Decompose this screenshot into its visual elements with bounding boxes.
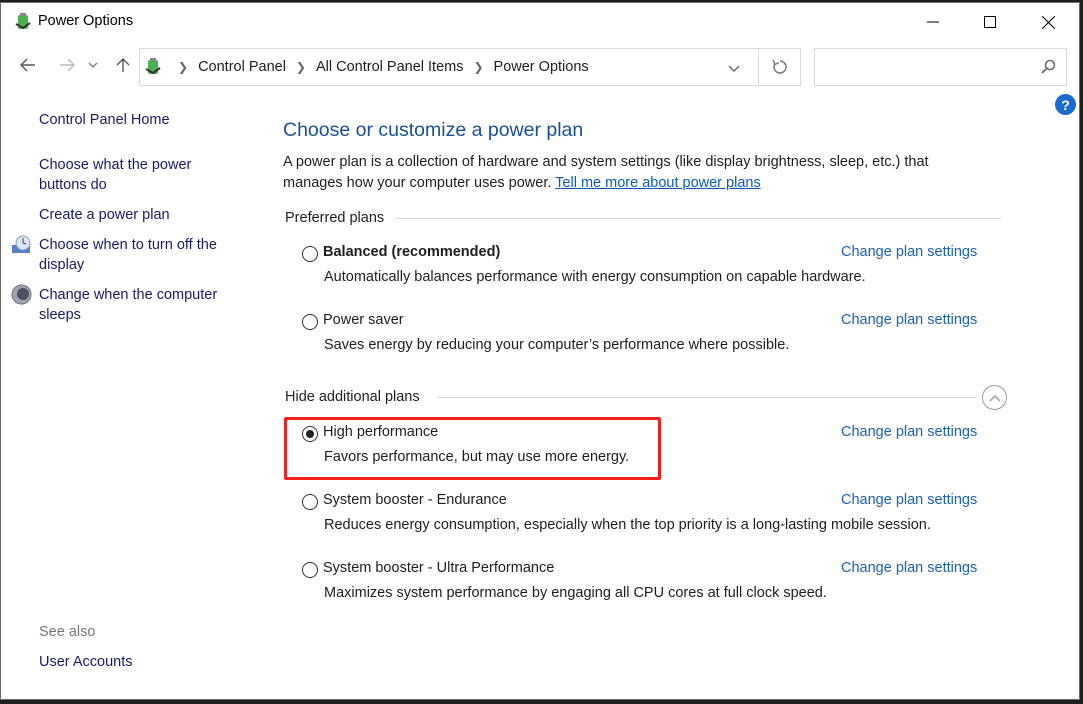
plan-description: Maximizes system performance by engaging… [324, 585, 827, 601]
change-plan-settings-link[interactable]: Change plan settings [841, 312, 977, 328]
maximize-button[interactable] [961, 3, 1019, 41]
plan-radio-system-booster-endurance[interactable] [302, 494, 318, 510]
recent-locations-button[interactable] [85, 53, 101, 77]
sidebar-item-power-buttons[interactable]: Choose what the power buttons do [39, 155, 209, 195]
chevron-down-icon [728, 65, 740, 72]
tell-me-more-link[interactable]: Tell me more about power plans [555, 175, 761, 191]
minimize-button[interactable] [904, 3, 962, 41]
arrow-right-icon [60, 58, 75, 72]
chevron-right-icon[interactable]: ❯ [473, 60, 483, 74]
power-options-location-icon [145, 58, 161, 75]
hide-additional-plans-label[interactable]: Hide additional plans [285, 389, 428, 405]
refresh-icon [771, 59, 787, 74]
power-options-app-icon [15, 13, 31, 30]
breadcrumb-power-options[interactable]: Power Options [494, 59, 589, 75]
preferred-plans-divider [395, 218, 1001, 219]
forward-button[interactable] [55, 53, 79, 77]
breadcrumb-all-control-panel-items[interactable]: All Control Panel Items [316, 59, 463, 75]
plan-name[interactable]: Power saver [323, 312, 404, 328]
search-box[interactable] [814, 48, 1067, 86]
chevron-down-icon [88, 62, 98, 68]
breadcrumb: ❯ Control Panel ❯ All Control Panel Item… [168, 59, 589, 75]
change-plan-settings-link[interactable]: Change plan settings [841, 424, 977, 440]
help-icon: ? [1061, 96, 1070, 113]
plan-radio-balanced[interactable] [302, 246, 318, 262]
chevron-up-icon [989, 394, 1000, 401]
chevron-right-icon[interactable]: ❯ [296, 60, 306, 74]
arrow-left-icon [20, 58, 35, 72]
minimize-icon [927, 21, 939, 23]
back-button[interactable] [16, 53, 40, 77]
plan-radio-power-saver[interactable] [302, 314, 318, 330]
help-button[interactable]: ? [1055, 94, 1076, 115]
plan-description: Automatically balances performance with … [324, 269, 866, 285]
chevron-right-icon: ❯ [178, 60, 189, 74]
change-plan-settings-link[interactable]: Change plan settings [841, 492, 977, 508]
sidebar-item-create-power-plan[interactable]: Create a power plan [39, 205, 239, 225]
plan-radio-system-booster-ultra-performance[interactable] [302, 562, 318, 578]
title-bar: Power Options [1, 3, 1079, 41]
sidebar-item-control-panel-home[interactable]: Control Panel Home [39, 110, 239, 130]
plan-description: Reduces energy consumption, especially w… [324, 517, 931, 533]
see-also-user-accounts-link[interactable]: User Accounts [39, 654, 133, 670]
intro-paragraph: A power plan is a collection of hardware… [283, 152, 983, 194]
plan-name[interactable]: System booster - Endurance [323, 492, 507, 508]
plan-name[interactable]: System booster - Ultra Performance [323, 560, 554, 576]
address-bar[interactable]: ❯ Control Panel ❯ All Control Panel Item… [139, 48, 759, 86]
breadcrumb-control-panel[interactable]: Control Panel [198, 59, 286, 75]
maximize-icon [984, 16, 996, 28]
plan-name[interactable]: Balanced (recommended) [323, 244, 500, 260]
navigation-bar: ❯ Control Panel ❯ All Control Panel Item… [1, 45, 1079, 86]
see-also-label: See also [39, 624, 96, 640]
change-plan-settings-link[interactable]: Change plan settings [841, 244, 977, 260]
address-history-dropdown[interactable] [724, 58, 744, 78]
preferred-plans-label: Preferred plans [285, 210, 393, 226]
sidebar-item-computer-sleeps[interactable]: Change when the computer sleeps [39, 285, 239, 325]
moon-sleep-icon [11, 284, 32, 305]
page-title: Choose or customize a power plan [283, 119, 584, 141]
plan-description: Saves energy by reducing your computer’s… [324, 337, 790, 353]
close-icon [1041, 15, 1055, 29]
search-input[interactable] [815, 49, 1035, 85]
display-clock-icon [12, 235, 31, 253]
arrow-up-icon [116, 58, 130, 72]
search-icon [1041, 59, 1056, 74]
collapse-additional-plans-button[interactable] [982, 385, 1007, 410]
close-button[interactable] [1019, 3, 1077, 41]
plan-description: Favors performance, but may use more ene… [324, 449, 630, 465]
refresh-button[interactable] [759, 48, 801, 86]
plan-name[interactable]: High performance [323, 424, 438, 440]
up-button[interactable] [111, 53, 135, 77]
plan-radio-high-performance[interactable] [302, 426, 318, 442]
change-plan-settings-link[interactable]: Change plan settings [841, 560, 977, 576]
window-title: Power Options [38, 13, 134, 29]
sidebar-item-turn-off-display[interactable]: Choose when to turn off the display [39, 235, 239, 275]
additional-plans-divider [437, 397, 977, 398]
